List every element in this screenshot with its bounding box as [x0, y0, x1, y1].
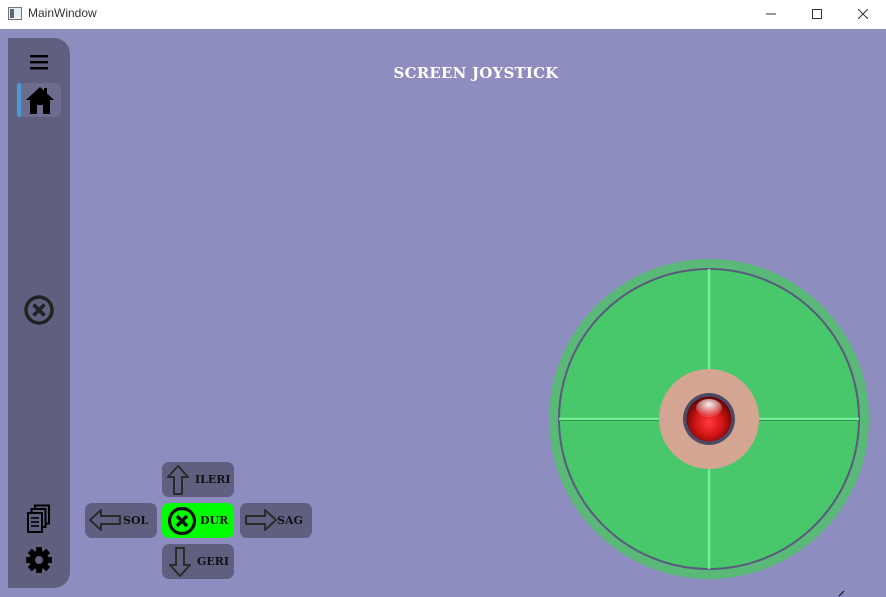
- stop-button[interactable]: DUR: [162, 503, 234, 538]
- arrow-up-icon: [167, 465, 189, 495]
- minimize-icon: [766, 13, 776, 15]
- app-icon: [8, 7, 22, 20]
- home-icon: [26, 87, 54, 114]
- active-indicator: [17, 83, 21, 117]
- maximize-button[interactable]: [794, 0, 840, 29]
- arrow-right-icon: [245, 509, 277, 531]
- close-circle-icon: [24, 295, 54, 325]
- forward-button[interactable]: ILERI: [162, 462, 234, 497]
- resize-grip-icon[interactable]: [838, 591, 848, 597]
- sidebar-item-settings[interactable]: [25, 546, 53, 574]
- left-label: SOL: [123, 514, 149, 527]
- sidebar-item-home[interactable]: [17, 83, 61, 117]
- joystick[interactable]: [548, 258, 870, 580]
- gear-icon: [26, 547, 52, 573]
- sidebar-item-stop[interactable]: [23, 294, 55, 326]
- arrow-left-icon: [89, 509, 121, 531]
- title-bar: MainWindow: [0, 0, 886, 29]
- forward-label: ILERI: [195, 473, 231, 486]
- left-button[interactable]: SOL: [85, 503, 157, 538]
- arrow-down-icon: [169, 547, 191, 577]
- documents-icon: [27, 504, 50, 533]
- stop-icon: [167, 506, 197, 536]
- right-button[interactable]: SAG: [240, 503, 312, 538]
- page-title: SCREEN JOYSTICK: [393, 64, 559, 82]
- minimize-button[interactable]: [748, 0, 794, 29]
- stop-label: DUR: [200, 514, 229, 527]
- window-title: MainWindow: [28, 6, 97, 20]
- close-icon: [858, 9, 868, 19]
- joystick-knob[interactable]: [683, 393, 735, 445]
- knob-highlight: [696, 399, 722, 417]
- backward-button[interactable]: GERI: [162, 544, 234, 579]
- close-window-button[interactable]: [840, 0, 886, 29]
- backward-label: GERI: [197, 555, 230, 568]
- right-label: SAG: [277, 514, 303, 527]
- sidebar-item-documents[interactable]: [26, 504, 52, 534]
- maximize-icon: [812, 9, 822, 19]
- sidebar: [8, 38, 70, 588]
